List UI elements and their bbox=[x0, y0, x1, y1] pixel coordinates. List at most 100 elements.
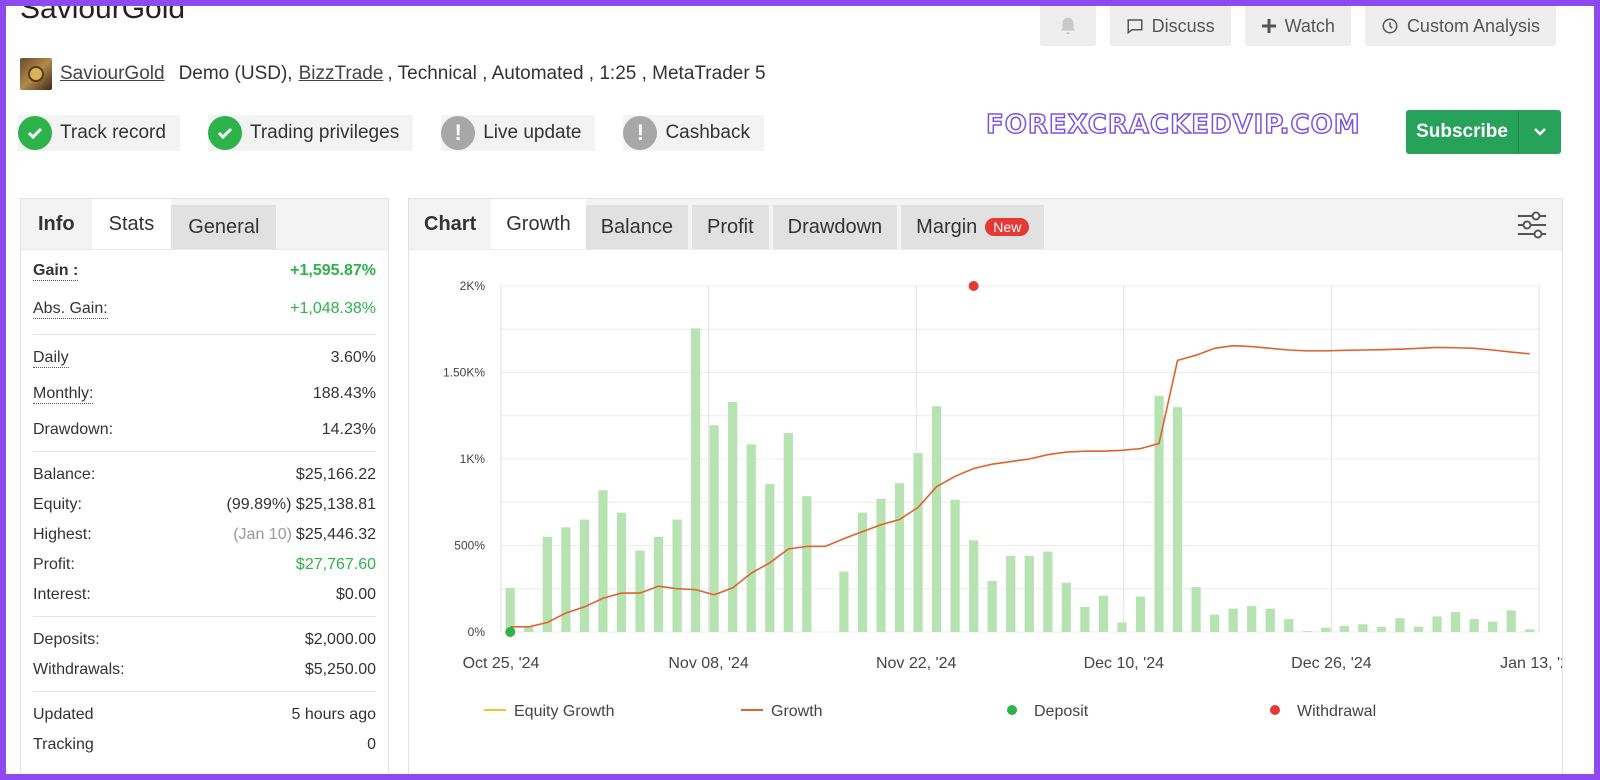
top-actions: Discuss Watch Custom Analysis bbox=[1039, 6, 1556, 46]
badge-cashback[interactable]: ! Cashback bbox=[623, 115, 764, 151]
y-axis-ticks: 0% 500% 1K% 1.50K% 2K% bbox=[443, 279, 485, 639]
stat-row-abs-gain: Abs. Gain: +1,048.38% bbox=[33, 299, 376, 319]
badge-track-record[interactable]: Track record bbox=[18, 115, 180, 151]
tab-growth[interactable]: Growth bbox=[491, 199, 586, 249]
legend-label: Equity Growth bbox=[514, 703, 614, 720]
bell-icon bbox=[1060, 17, 1075, 35]
tab-balance[interactable]: Balance bbox=[585, 205, 688, 249]
sliders-icon bbox=[1518, 211, 1546, 239]
bar bbox=[1024, 555, 1034, 632]
bar bbox=[969, 540, 979, 632]
legend-swatch bbox=[1007, 705, 1017, 715]
stats-list: Gain : +1,595.87% Abs. Gain: +1,048.38% Da… bbox=[21, 250, 388, 760]
bar bbox=[561, 527, 571, 632]
bar bbox=[1265, 608, 1275, 632]
stat-row-interest: Interest: $0.00 bbox=[33, 586, 376, 603]
watch-button[interactable]: Watch bbox=[1244, 6, 1351, 46]
equity-percent: (99.89%) bbox=[226, 496, 292, 513]
x-tick-label: Dec 10, '24 bbox=[1084, 655, 1165, 672]
margin-label: Margin bbox=[916, 215, 978, 238]
tab-profit[interactable]: Profit bbox=[691, 205, 769, 249]
exclamation-icon: ! bbox=[441, 116, 476, 150]
page-frame: SaviourGold Discuss Watch Custom Analysi… bbox=[6, 6, 1594, 774]
bar bbox=[931, 406, 942, 632]
tab-info[interactable]: Info bbox=[21, 199, 92, 249]
stat-row-tracking: Tracking 0 bbox=[33, 736, 376, 753]
bar bbox=[653, 536, 664, 632]
x-tick-label: Dec 26, '24 bbox=[1291, 655, 1372, 672]
bar bbox=[839, 571, 849, 632]
x-tick-label: Nov 22, '24 bbox=[876, 655, 957, 672]
bar bbox=[783, 433, 793, 632]
avatar[interactable] bbox=[20, 58, 52, 90]
stat-row-profit: Profit: $27,767.60 bbox=[33, 556, 376, 573]
page-title: SaviourGold bbox=[20, 6, 186, 25]
deposit-marker bbox=[505, 627, 516, 637]
custom-analysis-button[interactable]: Custom Analysis bbox=[1364, 6, 1556, 46]
chevron-down-icon[interactable] bbox=[1518, 110, 1561, 154]
bar bbox=[950, 499, 960, 632]
bar bbox=[542, 536, 552, 632]
bar bbox=[1191, 587, 1201, 632]
bar bbox=[1302, 631, 1312, 632]
bar bbox=[987, 580, 997, 632]
verification-badges: Track record Trading privileges ! Live u… bbox=[18, 115, 764, 151]
highest-date: (Jan 10) bbox=[233, 526, 292, 543]
divider bbox=[33, 451, 376, 452]
legend-label: Withdrawal bbox=[1297, 703, 1376, 720]
badge-label: Cashback bbox=[665, 122, 750, 143]
bar bbox=[894, 483, 905, 632]
chart-settings-button[interactable] bbox=[1516, 211, 1548, 244]
stat-row-equity: Equity: (99.89%) $25,138.81 bbox=[33, 496, 376, 513]
bar bbox=[1006, 555, 1016, 632]
stat-row-monthly: Monthly: 188.43% bbox=[33, 384, 376, 404]
tab-chart[interactable]: Chart bbox=[409, 199, 491, 249]
stat-row-updated: Updated 5 hours ago bbox=[33, 706, 376, 723]
subscribe-label: Subscribe bbox=[1416, 121, 1508, 142]
clock-icon bbox=[1382, 18, 1398, 34]
exclamation-icon: ! bbox=[623, 116, 658, 150]
account-details: , Technical , Automated , 1:25 , MetaTra… bbox=[387, 63, 766, 84]
discuss-button[interactable]: Discuss bbox=[1109, 6, 1231, 46]
stat-row-deposits: Deposits: $2,000.00 bbox=[33, 631, 376, 648]
bar bbox=[709, 425, 719, 632]
y-tick-label: 2K% bbox=[460, 279, 486, 293]
bar bbox=[1284, 619, 1294, 632]
bar bbox=[746, 444, 756, 632]
tab-margin[interactable]: Margin New bbox=[901, 205, 1045, 249]
divider bbox=[33, 334, 376, 335]
bar bbox=[1247, 606, 1257, 632]
subscribe-button[interactable]: Subscribe bbox=[1406, 110, 1561, 154]
bar bbox=[1172, 407, 1183, 632]
broker-link[interactable]: BizzTrade bbox=[299, 63, 384, 85]
bar bbox=[616, 512, 627, 632]
legend-label: Growth bbox=[771, 703, 823, 720]
user-link[interactable]: SaviourGold bbox=[60, 63, 165, 85]
y-tick-label: 500% bbox=[454, 539, 485, 553]
badge-label: Live update bbox=[483, 122, 582, 143]
bar bbox=[1432, 616, 1442, 632]
bar bbox=[672, 519, 682, 632]
chart-legend: Equity Growth Growth Deposit Withdrawal bbox=[484, 703, 1376, 720]
badge-live-update[interactable]: ! Live update bbox=[441, 115, 596, 151]
chart-tabs: Chart Growth Balance Profit Drawdown Mar… bbox=[409, 199, 1562, 250]
legend-label: Deposit bbox=[1034, 703, 1089, 720]
bar bbox=[1413, 626, 1424, 632]
badge-trading-privileges[interactable]: Trading privileges bbox=[207, 115, 414, 151]
watermark-text: FOREXCRACKEDVIP.COM bbox=[985, 109, 1361, 141]
x-tick-label: Oct 25, '24 bbox=[463, 655, 540, 672]
stat-row-balance: Balance: $25,166.22 bbox=[33, 466, 376, 483]
legend-swatch bbox=[1270, 705, 1280, 715]
stat-row-highest: Highest: (Jan 10) $25,446.32 bbox=[33, 526, 376, 543]
bar bbox=[1098, 595, 1109, 632]
notify-button[interactable] bbox=[1039, 6, 1096, 46]
y-tick-label: 1.50K% bbox=[443, 366, 485, 380]
divider bbox=[33, 616, 376, 617]
bar bbox=[579, 519, 590, 632]
tab-drawdown[interactable]: Drawdown bbox=[772, 205, 898, 249]
stat-row-gain: Gain : +1,595.87% bbox=[33, 261, 376, 281]
tab-stats[interactable]: Stats bbox=[91, 199, 172, 249]
tab-general[interactable]: General bbox=[171, 205, 277, 249]
bar bbox=[598, 490, 608, 632]
bar bbox=[728, 401, 738, 632]
